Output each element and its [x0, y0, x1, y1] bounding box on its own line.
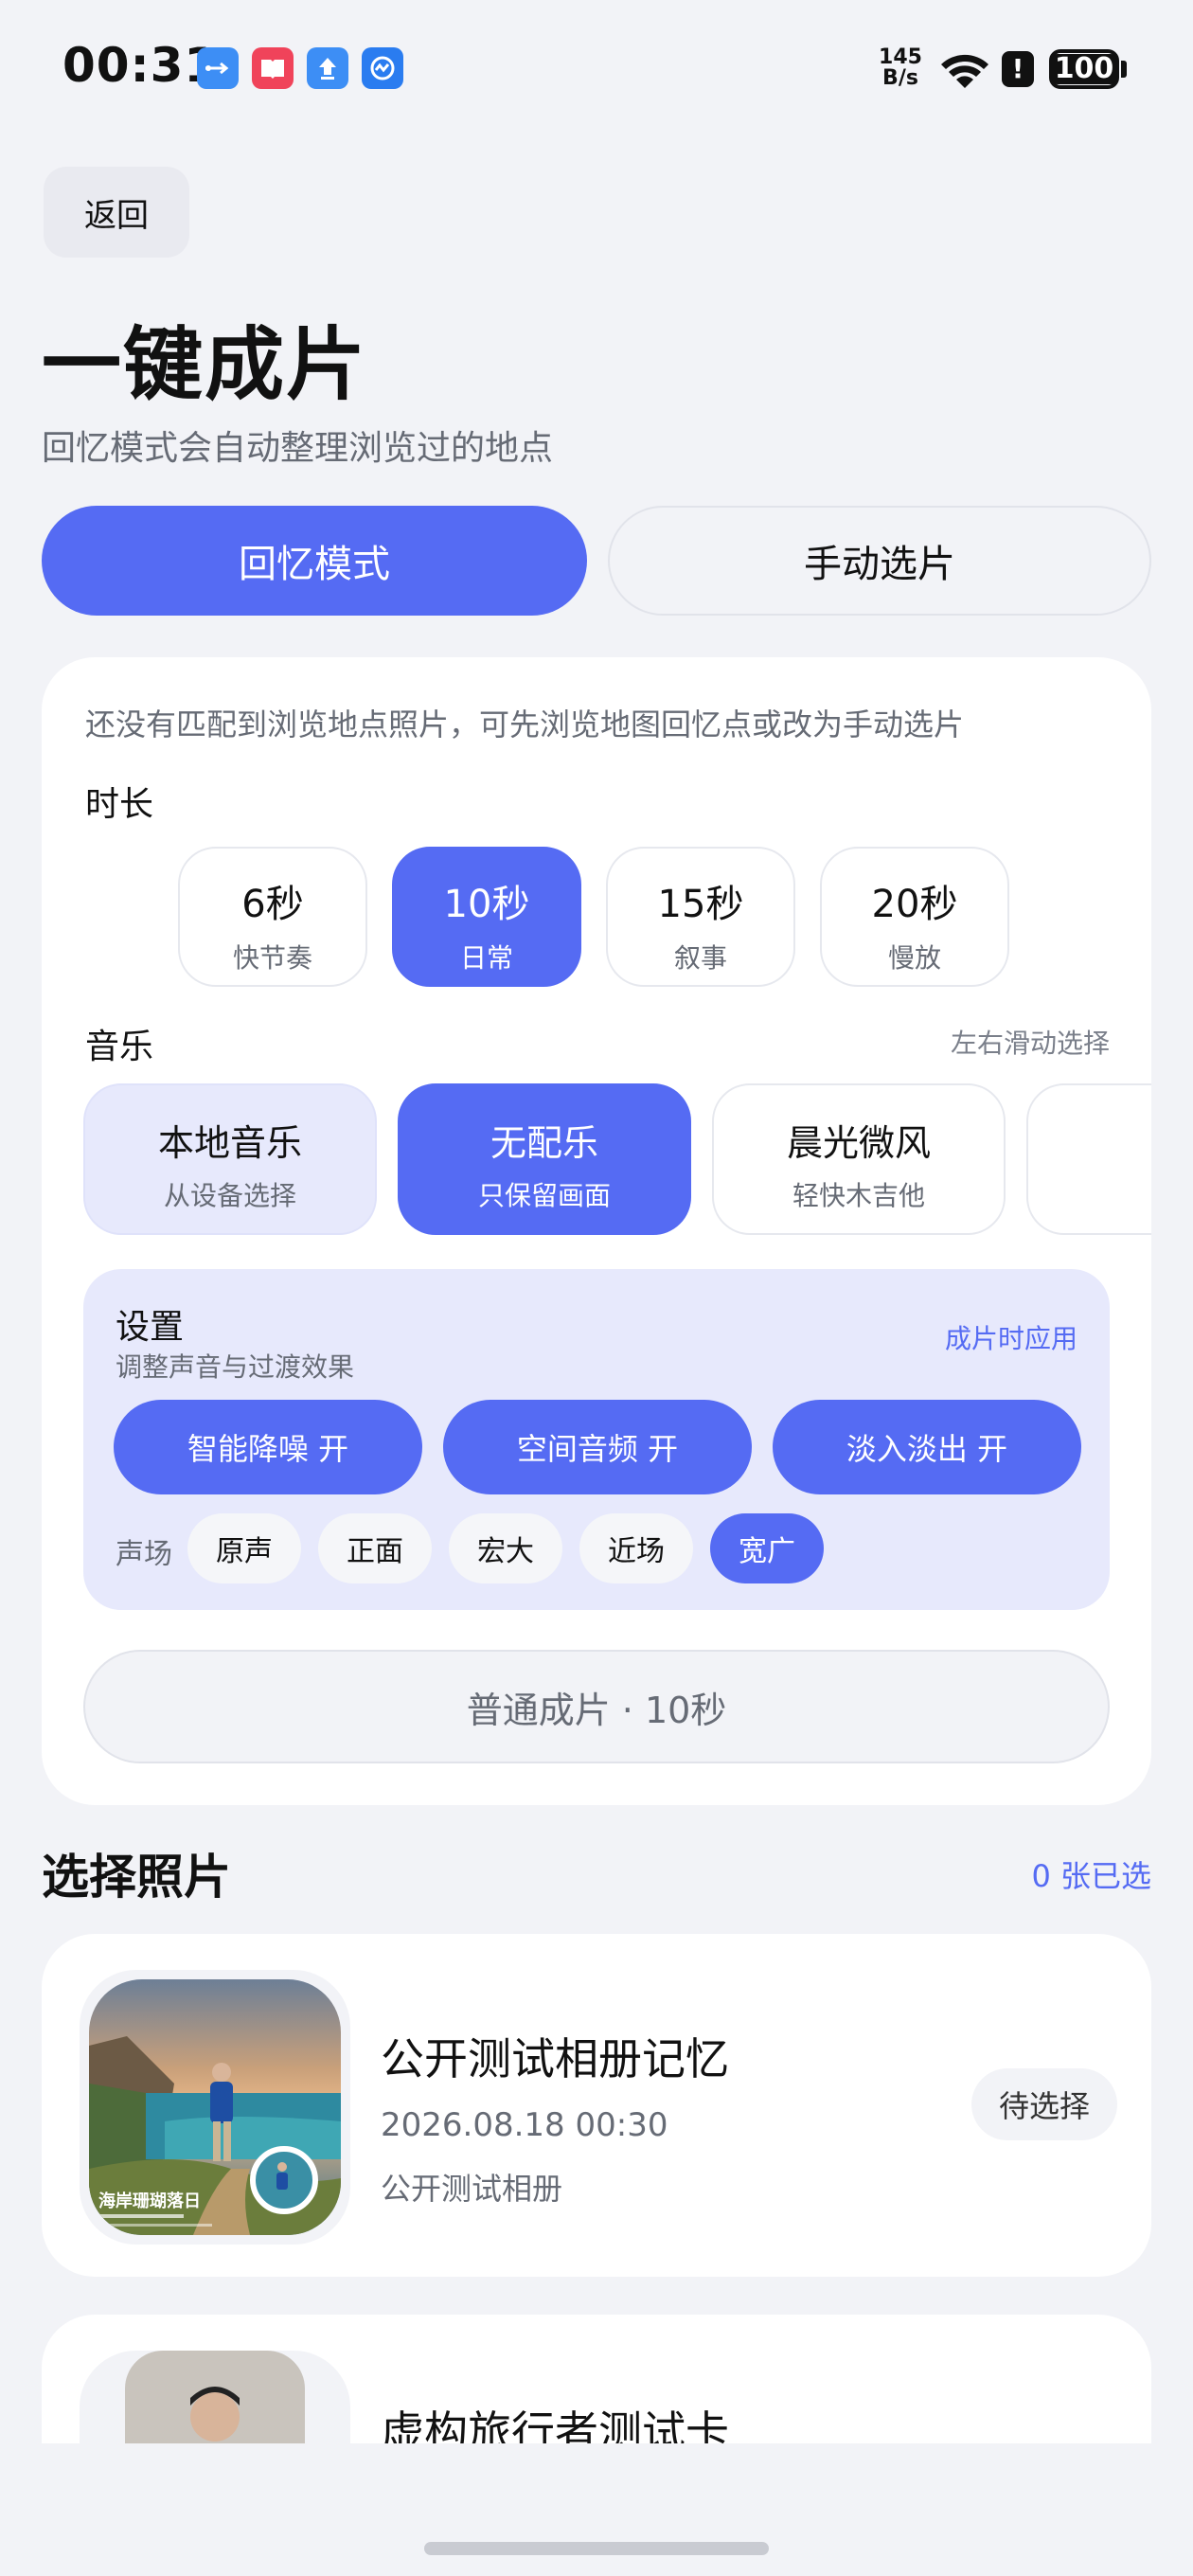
usb-icon	[197, 47, 239, 89]
music-option-morning-breeze[interactable]: 晨光微风 轻快木吉他	[712, 1083, 1006, 1235]
soundfield-chip-near[interactable]: 近场	[579, 1513, 693, 1583]
fade-toggle[interactable]: 淡入淡出 开	[773, 1400, 1081, 1494]
photo-item[interactable]: 虚构旅行者测试卡	[42, 2315, 1151, 2443]
settings-panel: 设置 调整声音与过渡效果 成片时应用 智能降噪 开 空间音频 开 淡入淡出 开 …	[83, 1269, 1110, 1610]
monitor-icon	[362, 47, 403, 89]
photo-title: 虚构旅行者测试卡	[381, 2406, 729, 2443]
music-sub: 从设备选择	[163, 1180, 296, 1211]
thumb-caption: 海岸珊瑚落日	[98, 2191, 201, 2211]
config-card: 还没有匹配到浏览地点照片，可先浏览地图回忆点或改为手动选片 时长 6秒 快节奏 …	[42, 657, 1151, 1805]
page-subtitle: 回忆模式会自动整理浏览过的地点	[42, 429, 554, 468]
music-option-local[interactable]: 本地音乐 从设备选择	[83, 1083, 377, 1235]
status-bar: 00:31 145 B/s ! 100	[0, 0, 1193, 142]
music-sub: 轻快木吉他	[792, 1180, 925, 1211]
photos-section-title: 选择照片	[42, 1850, 231, 1905]
alert-icon: !	[1002, 51, 1034, 87]
duration-value: 10秒	[443, 883, 530, 926]
duration-desc: 日常	[459, 942, 513, 974]
music-sub: 只保留画面	[477, 1180, 611, 1211]
duration-desc: 快节奏	[232, 942, 312, 974]
tab-memory-mode[interactable]: 回忆模式	[42, 506, 587, 616]
duration-option-10s[interactable]: 10秒 日常	[392, 847, 581, 987]
net-speed-value: 145	[879, 45, 922, 69]
selected-count: 0 张已选	[1031, 1858, 1151, 1894]
soundfield-chip-original[interactable]: 原声	[187, 1513, 301, 1583]
upload-icon	[307, 47, 348, 89]
photo-album: 公开测试相册	[381, 2171, 563, 2207]
duration-option-15s[interactable]: 15秒 叙事	[606, 847, 795, 987]
battery-icon: 100	[1049, 49, 1119, 89]
book-icon	[252, 47, 294, 89]
photo-item[interactable]: 海岸珊瑚落日 公开测试相册记忆 2026.08.18 00:30 公开测试相册 …	[42, 1934, 1151, 2277]
home-indicator[interactable]	[424, 2542, 769, 2555]
music-option-none[interactable]: 无配乐 只保留画面	[398, 1083, 691, 1235]
soundfield-label: 声场	[116, 1538, 172, 1571]
spatial-audio-toggle[interactable]: 空间音频 开	[443, 1400, 752, 1494]
pending-select-button[interactable]: 待选择	[971, 2068, 1117, 2140]
wifi-icon	[941, 54, 988, 88]
duration-desc: 叙事	[673, 942, 727, 974]
soundfield-chip-wide[interactable]: 宽广	[710, 1513, 824, 1583]
photo-thumbnail-frame: 海岸珊瑚落日	[80, 1970, 350, 2245]
back-button[interactable]: 返回	[44, 167, 189, 258]
settings-apply-hint: 成片时应用	[944, 1323, 1077, 1354]
duration-value: 6秒	[241, 883, 304, 926]
photo-thumbnail-frame	[80, 2351, 350, 2443]
photo-date: 2026.08.18 00:30	[381, 2106, 668, 2144]
battery-tip	[1121, 61, 1127, 78]
duration-value: 20秒	[871, 883, 958, 926]
photo-title: 公开测试相册记忆	[381, 2033, 729, 2084]
music-name: 本地音乐	[157, 1122, 302, 1164]
music-option-partial[interactable]	[1026, 1083, 1151, 1235]
duration-option-6s[interactable]: 6秒 快节奏	[178, 847, 367, 987]
page-title: 一键成片	[42, 318, 368, 411]
settings-title: 设置	[116, 1308, 185, 1347]
soundfield-chip-front[interactable]: 正面	[318, 1513, 432, 1583]
music-name: 无配乐	[490, 1122, 598, 1164]
duration-option-20s[interactable]: 20秒 慢放	[820, 847, 1009, 987]
generate-button[interactable]: 普通成片 · 10秒	[83, 1650, 1110, 1763]
net-speed: 145 B/s	[877, 47, 924, 89]
music-label: 音乐	[85, 1028, 154, 1066]
noise-reduction-toggle[interactable]: 智能降噪 开	[114, 1400, 422, 1494]
duration-label: 时长	[85, 785, 154, 824]
settings-subtitle: 调整声音与过渡效果	[116, 1351, 355, 1383]
photo-thumbnail	[125, 2351, 305, 2443]
music-name: 晨光微风	[786, 1122, 931, 1164]
photo-thumbnail: 海岸珊瑚落日	[89, 1979, 341, 2235]
soundfield-chip-grand[interactable]: 宏大	[449, 1513, 562, 1583]
net-speed-unit: B/s	[882, 66, 918, 90]
music-swipe-hint: 左右滑动选择	[950, 1028, 1110, 1059]
duration-value: 15秒	[657, 883, 744, 926]
status-time: 00:31	[62, 38, 219, 93]
music-carousel[interactable]: 本地音乐 从设备选择 无配乐 只保留画面 晨光微风 轻快木吉他	[83, 1083, 1151, 1237]
no-match-hint: 还没有匹配到浏览地点照片，可先浏览地图回忆点或改为手动选片	[85, 707, 965, 742]
tab-manual-select[interactable]: 手动选片	[608, 506, 1151, 616]
duration-desc: 慢放	[887, 942, 941, 974]
battery-level: 100	[1051, 54, 1117, 84]
